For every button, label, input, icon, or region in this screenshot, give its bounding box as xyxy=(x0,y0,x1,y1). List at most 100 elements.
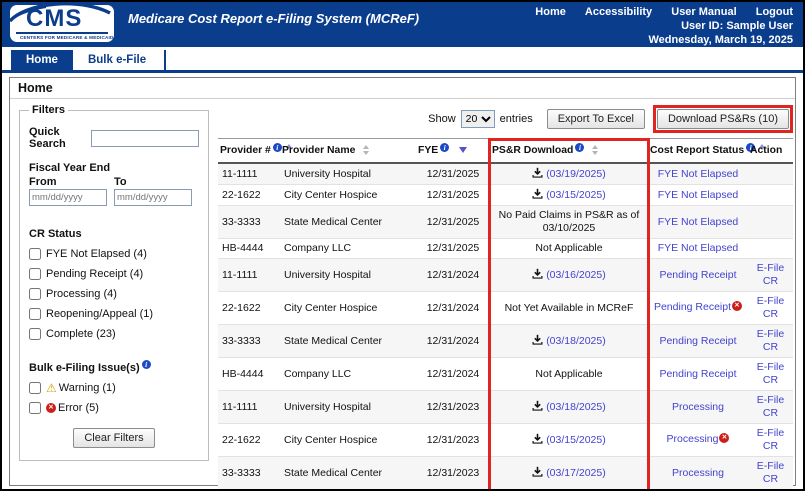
bulk-warning-checkbox[interactable] xyxy=(29,382,41,394)
psr-download-link[interactable]: (03/15/2025) xyxy=(546,189,606,201)
efile-cr-link[interactable]: E-File CR xyxy=(757,262,784,287)
provider-name: Company LLC xyxy=(280,357,416,391)
cost-report-status-cell: FYE Not Elapsed xyxy=(648,184,748,206)
provider-name: University Hospital xyxy=(280,163,416,185)
header-nav: Home Accessibility User Manual Logout xyxy=(519,5,793,19)
table-row: 33-3333 State Medical Center 12/31/2023 (0… xyxy=(218,456,793,489)
clear-filters-button[interactable]: Clear Filters xyxy=(73,428,155,448)
download-icon xyxy=(532,268,543,279)
cms-swoosh-icon xyxy=(10,5,111,23)
content-panel: Home Filters Quick Search Fiscal Year En… xyxy=(9,77,796,489)
nav-home-link[interactable]: Home xyxy=(535,6,566,18)
bulk-error-checkbox[interactable] xyxy=(29,402,41,414)
cr-status-checkbox-pending-receipt[interactable] xyxy=(29,268,41,280)
cost-report-status-link[interactable]: Pending Receipt xyxy=(659,335,736,347)
tab-bulk-efile[interactable]: Bulk e-File xyxy=(73,50,167,73)
cost-report-status-cell: FYE Not Elapsed xyxy=(648,238,748,259)
provider-number: HB-4444 xyxy=(218,357,280,391)
export-to-excel-button[interactable]: Export To Excel xyxy=(546,109,645,129)
cost-report-status-link[interactable]: FYE Not Elapsed xyxy=(658,216,739,228)
psr-download-link[interactable]: (03/17/2025) xyxy=(546,467,606,479)
cost-report-status-link[interactable]: Processing xyxy=(667,433,719,445)
nav-logout-link[interactable]: Logout xyxy=(756,6,793,18)
fye-value: 12/31/2025 xyxy=(416,163,490,185)
psr-download-link[interactable]: (03/15/2025) xyxy=(546,434,606,446)
sort-desc-icon xyxy=(459,147,468,154)
user-id-text: User ID: Sample User xyxy=(681,20,793,32)
col-psr-download[interactable]: PS&R Download i xyxy=(490,138,648,164)
download-icon xyxy=(532,334,543,345)
provider-number: 33-3333 xyxy=(218,324,280,358)
cr-status-checkbox-complete[interactable] xyxy=(29,328,41,340)
cr-status-checkbox-reopening-appeal[interactable] xyxy=(29,308,41,320)
col-cost-report-status[interactable]: Cost Report Status i xyxy=(648,138,766,164)
table-row: 22-1622 City Center Hospice 12/31/2025 (03… xyxy=(218,184,793,206)
cost-report-status-link[interactable]: Pending Receipt xyxy=(659,368,736,380)
quick-search-input[interactable] xyxy=(91,129,199,147)
info-icon: i xyxy=(272,143,282,152)
download-icon xyxy=(532,188,543,199)
provider-name: State Medical Center xyxy=(280,456,416,489)
action-cell xyxy=(748,184,793,206)
tab-home[interactable]: Home xyxy=(11,50,73,73)
cost-report-status-cell: Processing ✕ xyxy=(648,423,748,457)
nav-user-manual-link[interactable]: User Manual xyxy=(671,6,736,18)
entries-select[interactable]: 20 xyxy=(460,110,495,128)
results-table: Provider # i Provider Name FYE i PS&R Down… xyxy=(218,138,793,489)
cost-report-status-link[interactable]: Processing xyxy=(672,467,724,479)
filters-legend: Filters xyxy=(32,104,66,116)
error-icon: ✕ xyxy=(719,433,730,443)
download-icon xyxy=(532,400,543,411)
nav-accessibility-link[interactable]: Accessibility xyxy=(585,6,652,18)
psr-download-text: Not Yet Available in MCReF xyxy=(504,301,634,314)
efile-cr-link[interactable]: E-File CR xyxy=(757,295,784,320)
cost-report-status-link[interactable]: FYE Not Elapsed xyxy=(658,168,739,180)
psr-download-link[interactable]: (03/18/2025) xyxy=(546,401,606,413)
sort-both-icon xyxy=(363,145,370,156)
fye-from-input[interactable] xyxy=(29,189,107,206)
error-icon: ✕ xyxy=(46,403,56,413)
quick-search-label: Quick Search xyxy=(29,126,66,150)
cr-status-option-label: Pending Receipt (4) xyxy=(46,268,144,280)
provider-number: 22-1622 xyxy=(218,184,280,206)
cost-report-status-cell: Processing xyxy=(648,456,748,489)
efile-cr-link[interactable]: E-File CR xyxy=(757,328,784,353)
cost-report-status-link[interactable]: FYE Not Elapsed xyxy=(658,242,739,254)
efile-cr-link[interactable]: E-File CR xyxy=(757,427,784,452)
col-fye[interactable]: FYE i xyxy=(416,138,490,164)
fye-to-input[interactable] xyxy=(114,189,192,206)
fye-value: 12/31/2024 xyxy=(416,357,490,391)
cost-report-status-link[interactable]: FYE Not Elapsed xyxy=(658,189,739,201)
efile-cr-link[interactable]: E-File CR xyxy=(757,460,784,485)
psr-download-cell: (03/17/2025) xyxy=(490,456,648,489)
psr-download-link[interactable]: (03/18/2025) xyxy=(546,335,606,347)
cost-report-status-cell: FYE Not Elapsed xyxy=(648,205,748,239)
download-psrs-button[interactable]: Download PS&Rs (10) xyxy=(656,109,789,129)
provider-number: 22-1622 xyxy=(218,291,280,325)
cost-report-status-link[interactable]: Pending Receipt xyxy=(659,269,736,281)
fye-value: 12/31/2025 xyxy=(416,184,490,206)
provider-name: City Center Hospice xyxy=(280,423,416,457)
psr-download-cell: (03/19/2025) xyxy=(490,163,648,185)
psr-download-link[interactable]: (03/19/2025) xyxy=(546,168,606,180)
action-cell: E-File CR xyxy=(748,357,793,391)
cost-report-status-cell: Pending Receipt xyxy=(648,324,748,358)
table-row: 11-1111 University Hospital 12/31/2024 (03… xyxy=(218,258,793,292)
col-provider-number[interactable]: Provider # i xyxy=(218,138,292,164)
cost-report-status-link[interactable]: Pending Receipt xyxy=(654,301,731,313)
cr-status-checkbox-fye-not-elapsed[interactable] xyxy=(29,248,41,260)
efile-cr-link[interactable]: E-File CR xyxy=(757,394,784,419)
psr-download-cell: (03/18/2025) xyxy=(490,390,648,424)
provider-number: 11-1111 xyxy=(218,163,280,185)
error-icon: ✕ xyxy=(732,301,743,311)
psr-download-link[interactable]: (03/16/2025) xyxy=(546,269,606,281)
efile-cr-link[interactable]: E-File CR xyxy=(757,361,784,386)
error-option-label: Error (5) xyxy=(58,402,99,414)
cr-status-checkbox-processing[interactable] xyxy=(29,288,41,300)
cost-report-status-link[interactable]: Processing xyxy=(672,401,724,413)
page-title: Home xyxy=(10,78,795,99)
col-provider-name[interactable]: Provider Name xyxy=(280,138,416,164)
provider-name: State Medical Center xyxy=(280,205,416,239)
provider-number: 11-1111 xyxy=(218,390,280,424)
action-cell: E-File CR xyxy=(748,258,793,292)
